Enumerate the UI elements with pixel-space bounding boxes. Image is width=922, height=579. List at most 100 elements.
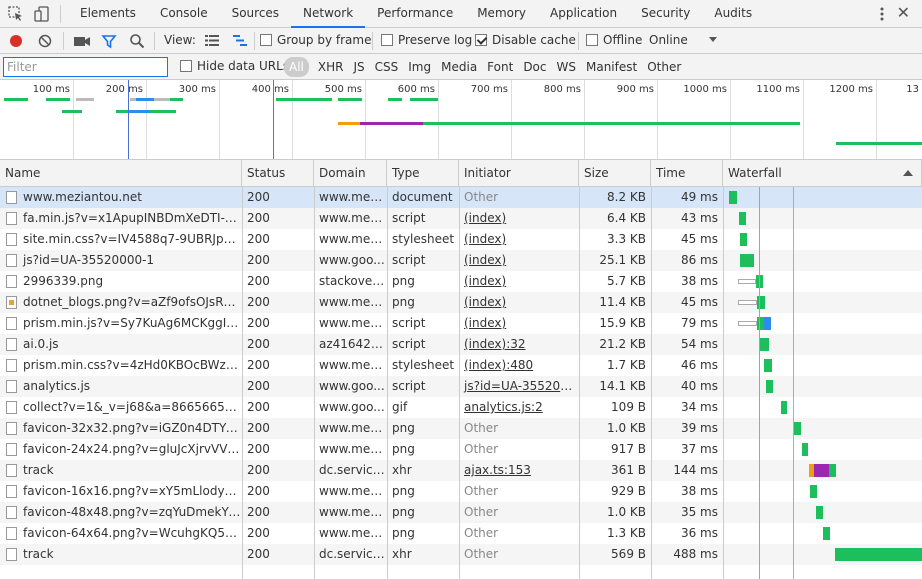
request-name[interactable]: ai.0.js [18,334,242,355]
close-devtools-icon[interactable]: ✕ [897,5,910,21]
table-row[interactable]: favicon-64x64.png?v=WcuhgKQ5cBbp... 200 ww… [0,523,922,544]
initiator-link[interactable]: (index) [459,271,579,292]
throttling-select[interactable]: Online [649,33,688,47]
offline-checkbox[interactable]: Offline [586,33,642,47]
checkbox-box[interactable] [260,34,272,46]
request-name[interactable]: www.meziantou.net [18,187,242,208]
group-by-frame-checkbox[interactable]: Group by frame [260,33,371,47]
tab-application[interactable]: Application [538,0,629,28]
request-name[interactable]: site.min.css?v=IV4588q7-9UBRJp6oRI-... [18,229,242,250]
request-name[interactable]: dotnet_blogs.png?v=aZf9ofsOJsR3cjyp... [18,292,242,313]
tab-security[interactable]: Security [629,0,702,28]
initiator-link[interactable]: (index):480 [459,355,579,376]
table-row[interactable]: prism.min.css?v=4zHd0KBOcBWzqQV... 200 www… [0,355,922,376]
table-row[interactable]: collect?v=1&_v=j68&a=866566513&t... 200 ww… [0,397,922,418]
initiator-link[interactable]: ajax.ts:153 [459,460,579,481]
tab-performance[interactable]: Performance [365,0,465,28]
initiator-link[interactable]: (index):32 [459,334,579,355]
request-name[interactable]: prism.min.js?v=Sy7KuAg6MCKggIA_to... [18,313,242,334]
type-filter-other[interactable]: Other [642,57,686,77]
record-icon[interactable] [8,33,24,49]
table-row[interactable]: prism.min.js?v=Sy7KuAg6MCKggIA_to... 200 w… [0,313,922,334]
sort-ascending-icon[interactable] [903,170,913,176]
column-header-waterfall[interactable]: Waterfall [723,160,922,187]
request-name[interactable]: analytics.js [18,376,242,397]
table-row[interactable]: 2996339.png 200 stackoverf... png (index) 5.7… [0,271,922,292]
table-row[interactable]: track 200 dc.service.... xhr Other 569 B 488 m… [0,544,922,565]
disable-cache-checkbox[interactable]: Disable cache [475,33,576,47]
type-filter-media[interactable]: Media [436,57,482,77]
initiator-link[interactable]: analytics.js:2 [459,397,579,418]
initiator-link[interactable]: (index) [459,229,579,250]
table-row[interactable]: favicon-24x24.png?v=gluJcXjrvVVHhQ... 200… [0,439,922,460]
type-filter-doc[interactable]: Doc [518,57,551,77]
checkbox-box[interactable] [586,34,598,46]
table-row[interactable]: favicon-48x48.png?v=zqYuDmekYiorJk... 200… [0,502,922,523]
network-overview-timeline[interactable]: 100 ms 200 ms 300 ms 400 ms 500 ms 600 ms 700 … [0,80,922,160]
tab-console[interactable]: Console [148,0,220,28]
table-row[interactable]: favicon-32x32.png?v=iGZ0n4DTYCcIW... 200 w… [0,418,922,439]
request-name[interactable]: favicon-64x64.png?v=WcuhgKQ5cBbp... [18,523,242,544]
device-toolbar-icon[interactable] [33,5,51,23]
overview-waterfall-icon[interactable] [232,34,248,47]
table-row[interactable]: www.meziantou.net 200 www.mezi... document O… [0,187,922,208]
table-row[interactable]: ai.0.js 200 az416426.... script (index):32 21… [0,334,922,355]
type-filter-font[interactable]: Font [482,57,518,77]
filter-input[interactable] [3,57,168,77]
screenshot-camera-icon[interactable] [73,34,91,48]
initiator-link[interactable]: (index) [459,313,579,334]
table-row[interactable]: analytics.js 200 www.goo... script js?id=UA-… [0,376,922,397]
request-name[interactable]: prism.min.css?v=4zHd0KBOcBWzqQV... [18,355,242,376]
initiator-link[interactable]: js?id=UA-3552000... [459,376,579,397]
inspect-element-icon[interactable] [7,5,25,23]
type-filter-all[interactable]: All [284,57,309,77]
initiator-link[interactable]: (index) [459,208,579,229]
tab-sources[interactable]: Sources [220,0,291,28]
column-header-time[interactable]: Time [651,160,723,187]
tab-elements[interactable]: Elements [68,0,148,28]
request-name[interactable]: favicon-48x48.png?v=zqYuDmekYiorJk... [18,502,242,523]
initiator-link[interactable]: (index) [459,250,579,271]
tab-network[interactable]: Network [291,0,366,28]
type-filter-css[interactable]: CSS [370,57,404,77]
table-row[interactable]: favicon-16x16.png?v=xY5mLlody2mQ... 200 ww… [0,481,922,502]
checkbox-box[interactable] [180,60,192,72]
checkbox-box-checked[interactable] [475,34,487,46]
type-filter-manifest[interactable]: Manifest [581,57,642,77]
preserve-log-checkbox[interactable]: Preserve log [381,33,472,47]
request-name[interactable]: collect?v=1&_v=j68&a=866566513&t... [18,397,242,418]
table-row[interactable]: fa.min.js?v=x1ApupINBDmXeDTI-yRHK... 200 w… [0,208,922,229]
column-header-size[interactable]: Size [579,160,651,187]
table-row[interactable]: dotnet_blogs.png?v=aZf9ofsOJsR3cjyp... 20… [0,292,922,313]
checkbox-box[interactable] [381,34,393,46]
tab-memory[interactable]: Memory [465,0,538,28]
table-row[interactable]: track 200 dc.service.... xhr ajax.ts:153 361 … [0,460,922,481]
type-filter-img[interactable]: Img [403,57,436,77]
type-filter-js[interactable]: JS [348,57,369,77]
request-name[interactable]: 2996339.png [18,271,242,292]
request-name[interactable]: favicon-16x16.png?v=xY5mLlody2mQ... [18,481,242,502]
large-rows-icon[interactable] [204,34,220,47]
column-header-initiator[interactable]: Initiator [459,160,579,187]
type-filter-xhr[interactable]: XHR [313,57,349,77]
initiator-link[interactable]: (index) [459,292,579,313]
request-name[interactable]: favicon-24x24.png?v=gluJcXjrvVVHhQ... [18,439,242,460]
type-filter-ws[interactable]: WS [552,57,581,77]
more-options-icon[interactable] [880,6,884,22]
clear-icon[interactable] [37,33,53,49]
hide-data-urls-checkbox[interactable]: Hide data URLs [180,59,289,73]
column-header-status[interactable]: Status [242,160,314,187]
table-row[interactable]: js?id=UA-35520000-1 200 www.goo... script (i… [0,250,922,271]
column-header-type[interactable]: Type [387,160,459,187]
table-row[interactable]: site.min.css?v=IV4588q7-9UBRJp6oRI-... 20… [0,229,922,250]
request-name[interactable]: track [18,544,242,565]
filter-icon[interactable] [101,33,117,49]
request-name[interactable]: fa.min.js?v=x1ApupINBDmXeDTI-yRHK... [18,208,242,229]
chevron-down-icon[interactable] [708,37,718,43]
column-header-domain[interactable]: Domain [314,160,387,187]
request-name[interactable]: favicon-32x32.png?v=iGZ0n4DTYCcIW... [18,418,242,439]
search-icon[interactable] [129,33,145,49]
column-header-name[interactable]: Name [0,160,242,187]
request-name[interactable]: track [18,460,242,481]
tab-audits[interactable]: Audits [702,0,764,28]
